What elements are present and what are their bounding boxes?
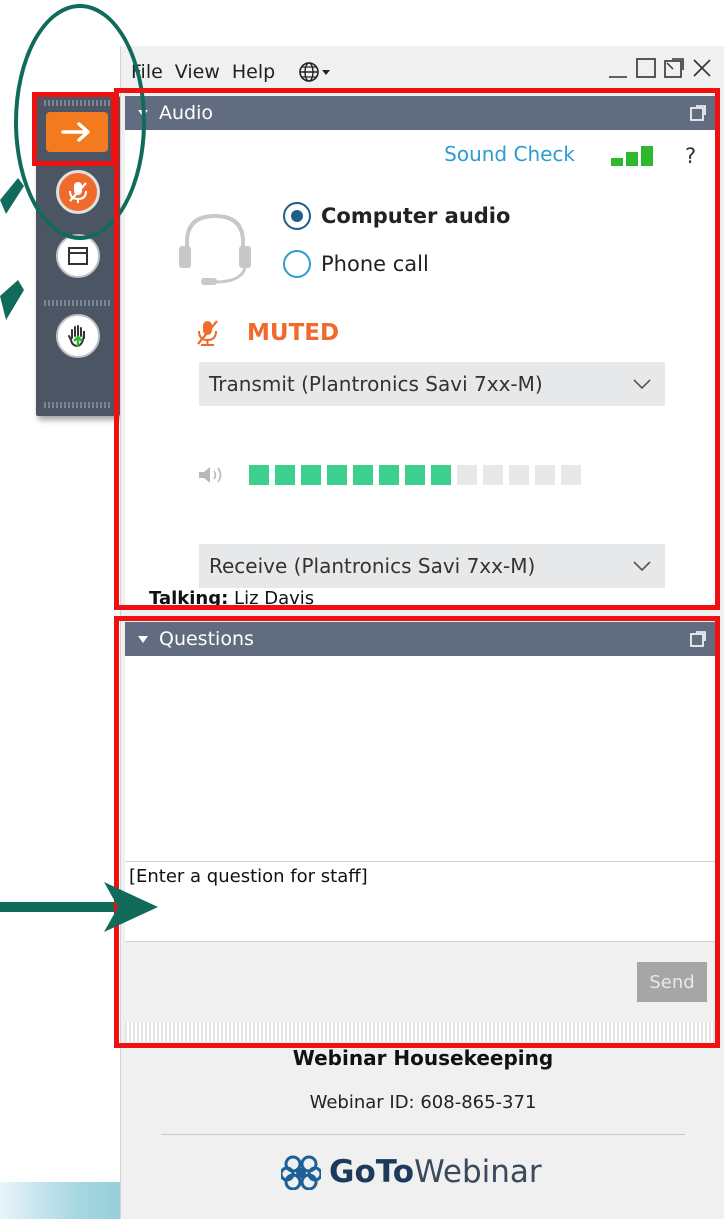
annotation-arrow-mic <box>0 178 24 214</box>
annotation-arrow-question-shaft <box>0 902 114 912</box>
annotation-arrow-window <box>0 280 24 320</box>
annotation-arrows <box>0 178 158 932</box>
